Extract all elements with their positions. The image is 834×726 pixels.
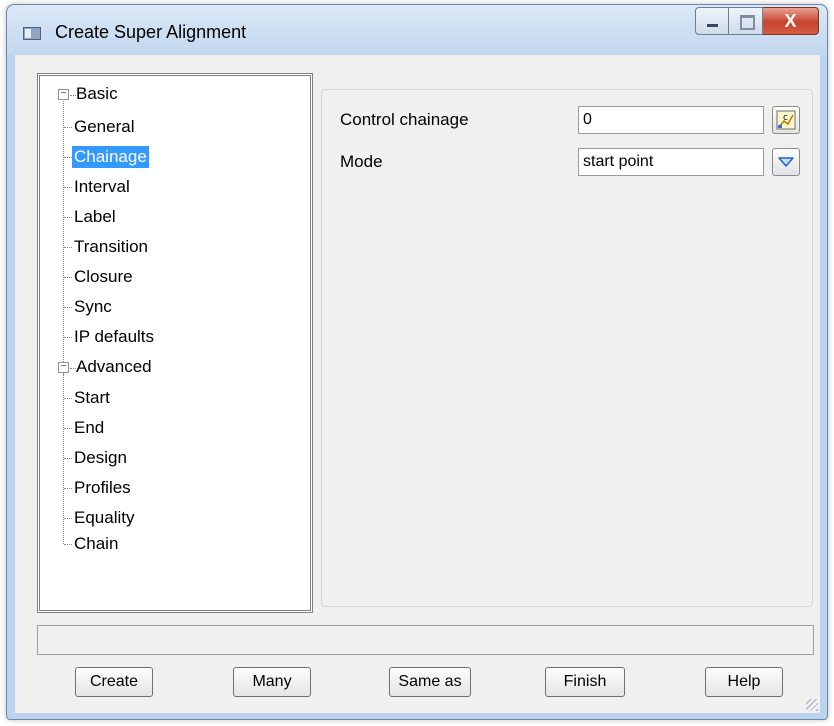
same-as-button[interactable]: Same as	[389, 667, 471, 697]
chainage-pick-icon[interactable]: c	[772, 106, 800, 134]
tree-item-sync[interactable]: Sync	[72, 296, 114, 318]
title-bar[interactable]: Create Super Alignment X	[7, 5, 827, 55]
control-chainage-label: Control chainage	[340, 110, 469, 129]
many-button[interactable]: Many	[233, 667, 311, 697]
options-tree: − Basic General Chainage Interval Label …	[37, 73, 313, 613]
basic-collapse-icon[interactable]: −	[58, 89, 69, 100]
mode-label: Mode	[340, 152, 383, 171]
tree-item-chainage[interactable]: Chainage	[72, 146, 149, 168]
tree-item-transition[interactable]: Transition	[72, 236, 150, 258]
dialog-window: Create Super Alignment X − Basic General…	[6, 4, 828, 720]
tree-item-ip-defaults[interactable]: IP defaults	[72, 326, 156, 348]
create-button[interactable]: Create	[75, 667, 153, 697]
tree-item-design[interactable]: Design	[72, 447, 129, 469]
tree-item-label[interactable]: Label	[72, 206, 118, 228]
mode-field[interactable]	[578, 148, 764, 176]
minimize-button[interactable]	[695, 7, 729, 35]
tree-item-interval[interactable]: Interval	[72, 176, 132, 198]
control-chainage-input[interactable]	[578, 106, 764, 134]
caption-buttons: X	[695, 7, 819, 37]
tree-item-general[interactable]: General	[72, 116, 136, 138]
tree-item-end[interactable]: End	[72, 417, 106, 439]
tree-item-profiles[interactable]: Profiles	[72, 477, 133, 499]
help-button[interactable]: Help	[705, 667, 783, 697]
tree-node-advanced[interactable]: Advanced	[74, 356, 154, 378]
finish-button[interactable]: Finish	[545, 667, 625, 697]
advanced-collapse-icon[interactable]: −	[58, 362, 69, 373]
resize-grip[interactable]	[806, 699, 818, 711]
close-button[interactable]: X	[763, 7, 819, 35]
window-title: Create Super Alignment	[55, 22, 247, 42]
app-icon	[23, 27, 41, 40]
chevron-down-icon[interactable]	[772, 148, 800, 176]
chainage-settings-panel: Control chainage c Mode	[321, 89, 813, 607]
tree-node-basic[interactable]: Basic	[74, 83, 120, 105]
status-bar	[37, 625, 814, 655]
tree-item-equality[interactable]: Equality	[72, 507, 136, 529]
tree-item-closure[interactable]: Closure	[72, 266, 135, 288]
tree-item-start[interactable]: Start	[72, 387, 112, 409]
dialog-client: − Basic General Chainage Interval Label …	[15, 55, 820, 713]
maximize-button[interactable]	[729, 7, 763, 35]
tree-item-chain[interactable]: Chain	[72, 533, 120, 555]
